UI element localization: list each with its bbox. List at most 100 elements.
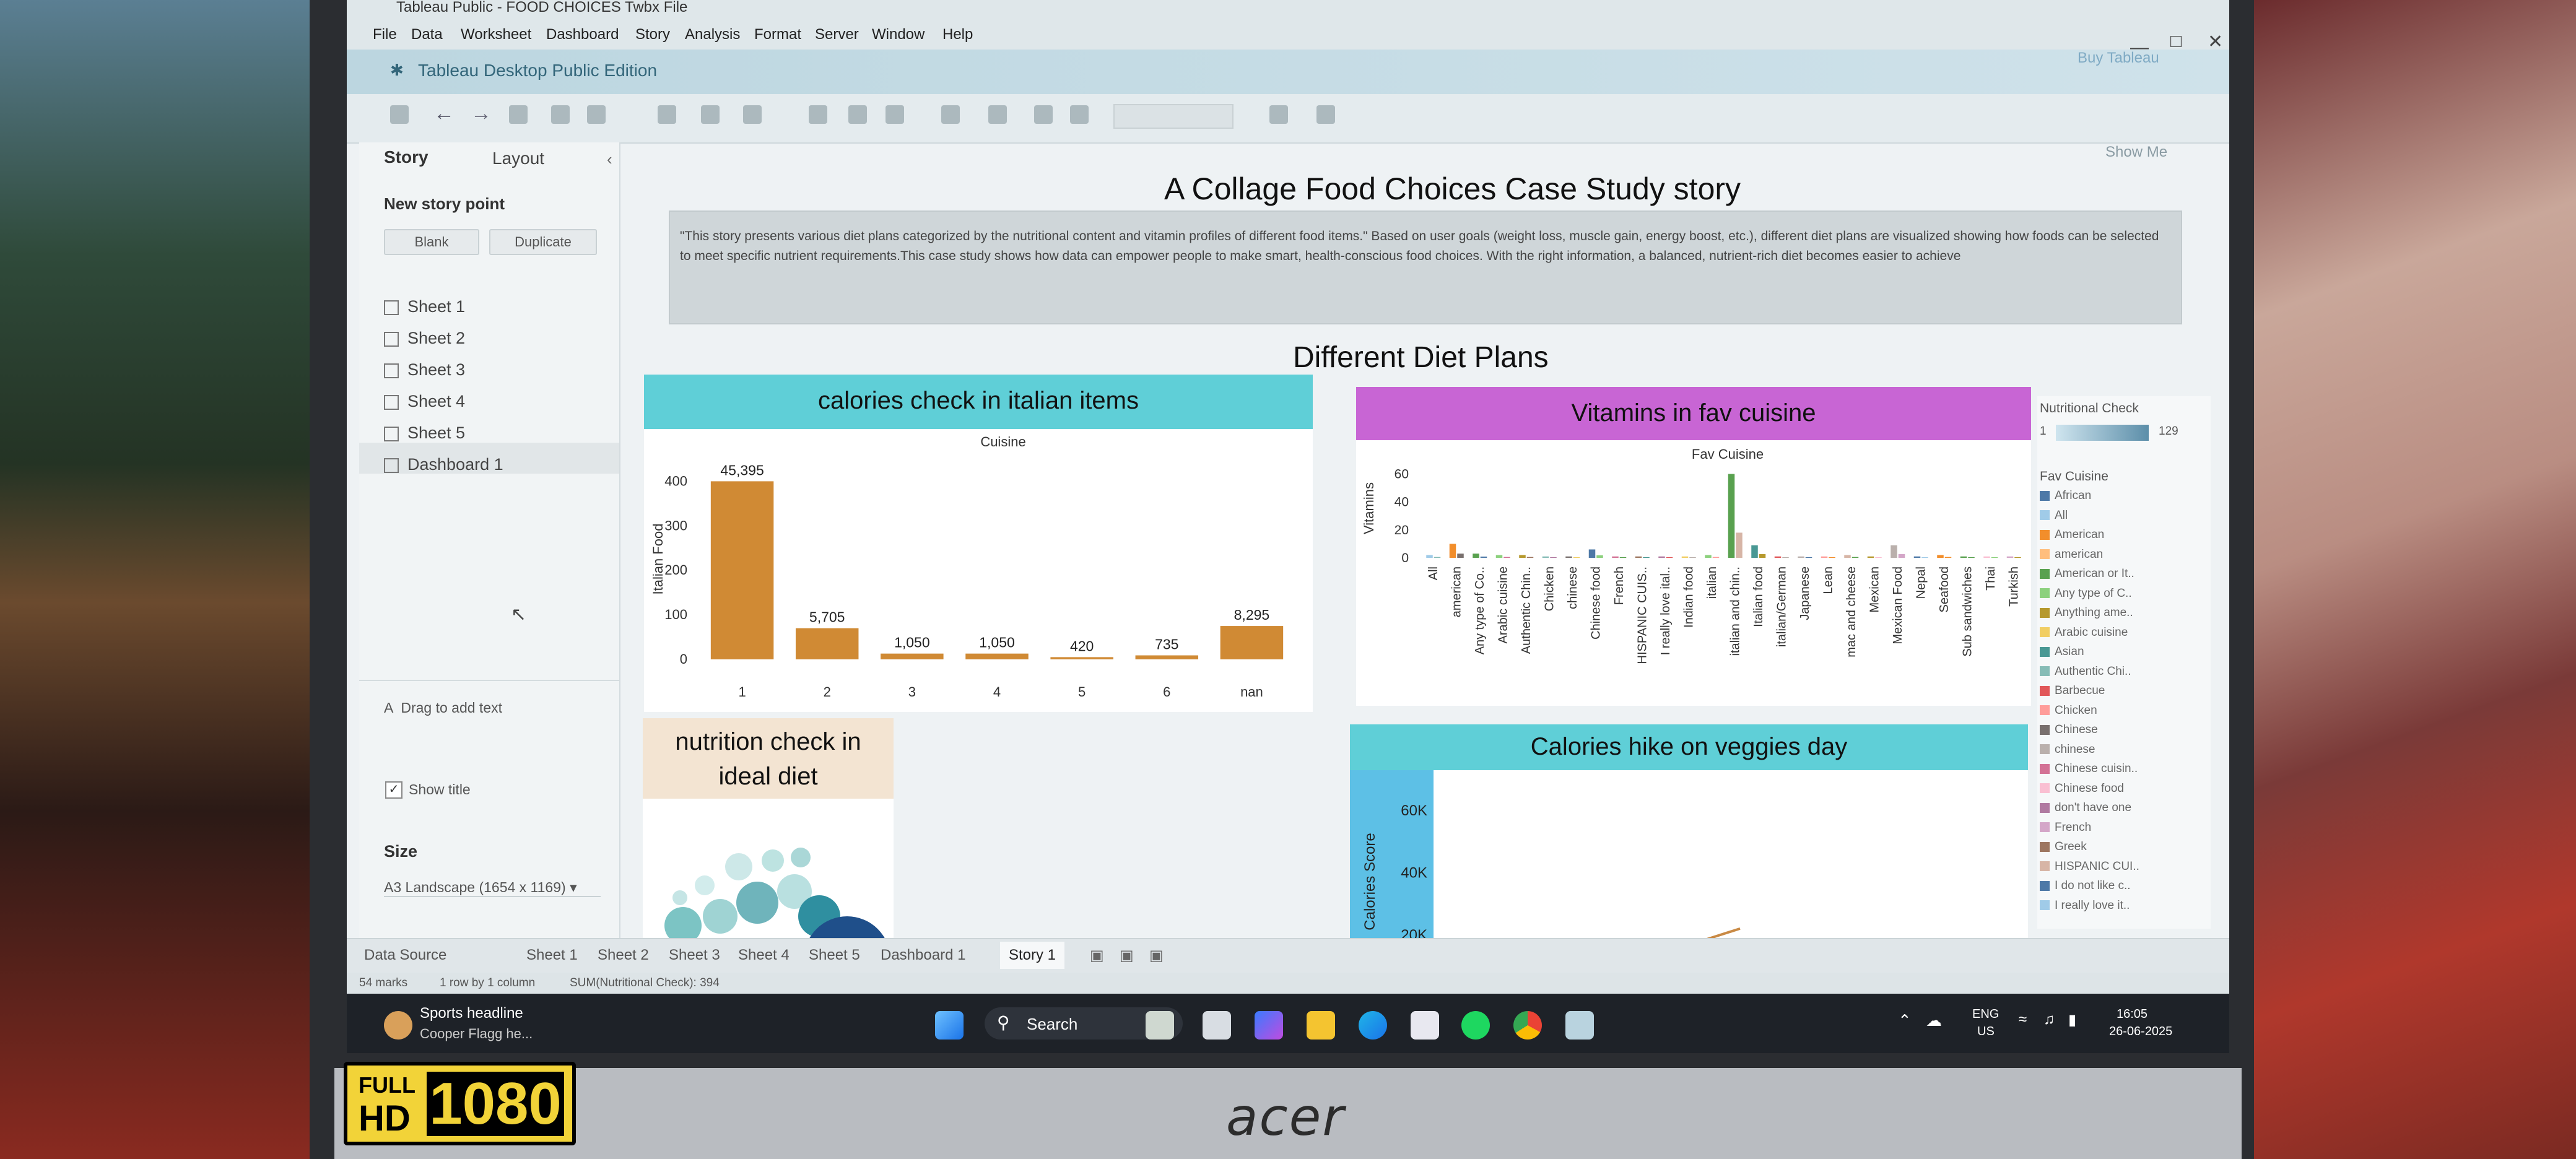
volume-icon[interactable]: ♫ — [2043, 1011, 2055, 1028]
bar[interactable] — [1643, 557, 1650, 558]
legend-item[interactable]: I do not like c.. — [2040, 879, 2131, 893]
legend-item[interactable]: Arabic cuisine — [2040, 626, 2128, 640]
sort-asc-icon[interactable] — [848, 105, 867, 124]
bar[interactable] — [1619, 557, 1627, 558]
blank-button[interactable]: Blank — [384, 229, 479, 255]
new-datasource-icon[interactable] — [587, 105, 606, 124]
legend-item[interactable]: Chinese food — [2040, 782, 2124, 796]
bar[interactable] — [1565, 556, 1572, 558]
bar[interactable] — [2014, 557, 2021, 558]
bar[interactable] — [1798, 556, 1804, 558]
bar[interactable] — [1495, 555, 1503, 558]
highlight-icon[interactable] — [941, 105, 960, 124]
tab-dashboard-1[interactable]: Dashboard 1 — [881, 947, 965, 964]
file-explorer-icon[interactable] — [1307, 1011, 1335, 1040]
bubble[interactable] — [703, 899, 738, 934]
bar[interactable] — [1913, 556, 1921, 558]
bar[interactable] — [1782, 557, 1789, 558]
legend-item[interactable]: African — [2040, 489, 2091, 503]
sheet-item-2[interactable]: Sheet 2 — [384, 329, 465, 348]
redo-icon[interactable]: → — [471, 102, 492, 126]
legend-item[interactable]: American — [2040, 528, 2104, 542]
bar[interactable] — [1712, 557, 1720, 558]
bubble[interactable] — [762, 849, 784, 872]
menu-window[interactable]: Window — [872, 26, 925, 43]
collapse-pane-icon[interactable]: ‹ — [607, 150, 612, 169]
tab-sheet-4[interactable]: Sheet 4 — [738, 947, 790, 964]
bar[interactable] — [1689, 557, 1696, 558]
bar[interactable] — [710, 481, 774, 659]
sheet-item-1[interactable]: Sheet 1 — [384, 297, 465, 316]
bar[interactable] — [1542, 556, 1549, 558]
replay-icon[interactable] — [509, 105, 528, 124]
fit-dropdown[interactable] — [1113, 104, 1234, 129]
menu-story[interactable]: Story — [635, 26, 670, 43]
bar[interactable] — [1774, 556, 1782, 558]
new-worksheet-tab-icon[interactable]: ▣ — [1090, 947, 1104, 965]
bar[interactable] — [1705, 555, 1712, 558]
bar[interactable] — [1891, 545, 1897, 558]
bar-group[interactable] — [1426, 474, 2021, 558]
bar[interactable] — [1968, 557, 1975, 558]
bar[interactable] — [1519, 555, 1526, 558]
legend-item[interactable]: chinese — [2040, 743, 2095, 757]
legend-item[interactable]: I really love it.. — [2040, 899, 2130, 913]
legend-item[interactable]: Chinese — [2040, 723, 2098, 737]
bar[interactable] — [1135, 655, 1199, 659]
pin-icon[interactable] — [1070, 105, 1089, 124]
drag-to-add-text[interactable]: A Drag to add text — [384, 700, 502, 716]
bar[interactable] — [1473, 553, 1479, 558]
legend-item[interactable]: Anything ame.. — [2040, 606, 2133, 620]
bubble[interactable] — [725, 853, 752, 880]
bar[interactable] — [1449, 544, 1456, 558]
news-title[interactable]: Sports headline — [420, 1005, 523, 1022]
bar[interactable] — [1960, 556, 1967, 558]
show-me-button[interactable]: Show Me — [2105, 144, 2167, 161]
bar[interactable] — [1526, 557, 1534, 558]
news-widget-icon[interactable] — [384, 1011, 412, 1040]
tab-data-source[interactable]: Data Source — [364, 947, 446, 964]
bar[interactable] — [1875, 557, 1882, 558]
new-story-tab-icon[interactable]: ▣ — [1149, 947, 1164, 965]
presentation-icon[interactable] — [1316, 105, 1335, 124]
bar[interactable] — [1426, 555, 1433, 558]
bar[interactable] — [1635, 556, 1642, 558]
bubble[interactable] — [736, 882, 778, 924]
battery-icon[interactable]: ▮ — [2068, 1011, 2076, 1029]
tableau-home-icon[interactable] — [390, 105, 409, 124]
store-icon[interactable] — [1411, 1011, 1439, 1040]
bubble[interactable] — [695, 875, 715, 895]
tab-sheet-1[interactable]: Sheet 1 — [526, 947, 578, 964]
bar[interactable] — [1658, 556, 1665, 558]
language-code[interactable]: ENG — [1972, 1007, 1999, 1022]
bar[interactable] — [1751, 545, 1758, 558]
clock-time[interactable]: 16:05 — [2117, 1007, 2147, 1022]
bar[interactable] — [1612, 556, 1619, 558]
sheet-item-5[interactable]: Sheet 5 — [384, 423, 465, 443]
bar[interactable] — [1937, 555, 1944, 558]
duplicate-sheet-icon[interactable] — [701, 105, 720, 124]
copilot-icon[interactable] — [1255, 1011, 1283, 1040]
legend-item[interactable]: Greek — [2040, 840, 2087, 854]
bar[interactable] — [1805, 557, 1812, 558]
bubble[interactable] — [672, 890, 687, 905]
sheet-item-4[interactable]: Sheet 4 — [384, 392, 465, 411]
tab-sheet-3[interactable]: Sheet 3 — [669, 947, 720, 964]
menu-help[interactable]: Help — [942, 26, 973, 43]
clear-sheet-icon[interactable] — [743, 105, 762, 124]
bar[interactable] — [1728, 474, 1735, 558]
buy-tableau-link[interactable]: Buy Tableau — [2078, 50, 2159, 67]
new-worksheet-icon[interactable] — [658, 105, 676, 124]
maximize-icon[interactable]: □ — [2170, 31, 2182, 52]
menu-format[interactable]: Format — [754, 26, 801, 43]
bar[interactable] — [1821, 556, 1828, 558]
bar[interactable] — [1480, 556, 1487, 558]
menu-dashboard[interactable]: Dashboard — [546, 26, 619, 43]
swap-icon[interactable] — [809, 105, 827, 124]
bar[interactable] — [1050, 657, 1113, 659]
bar[interactable] — [1898, 553, 1905, 558]
save-icon[interactable] — [551, 105, 570, 124]
bar[interactable] — [1944, 557, 1952, 558]
bar-group[interactable]: 45,395 1 5,705 2 1,050 3 1,050 4 420 5 735 6 8,295 na… — [710, 462, 1284, 700]
bar[interactable] — [1867, 556, 1874, 558]
